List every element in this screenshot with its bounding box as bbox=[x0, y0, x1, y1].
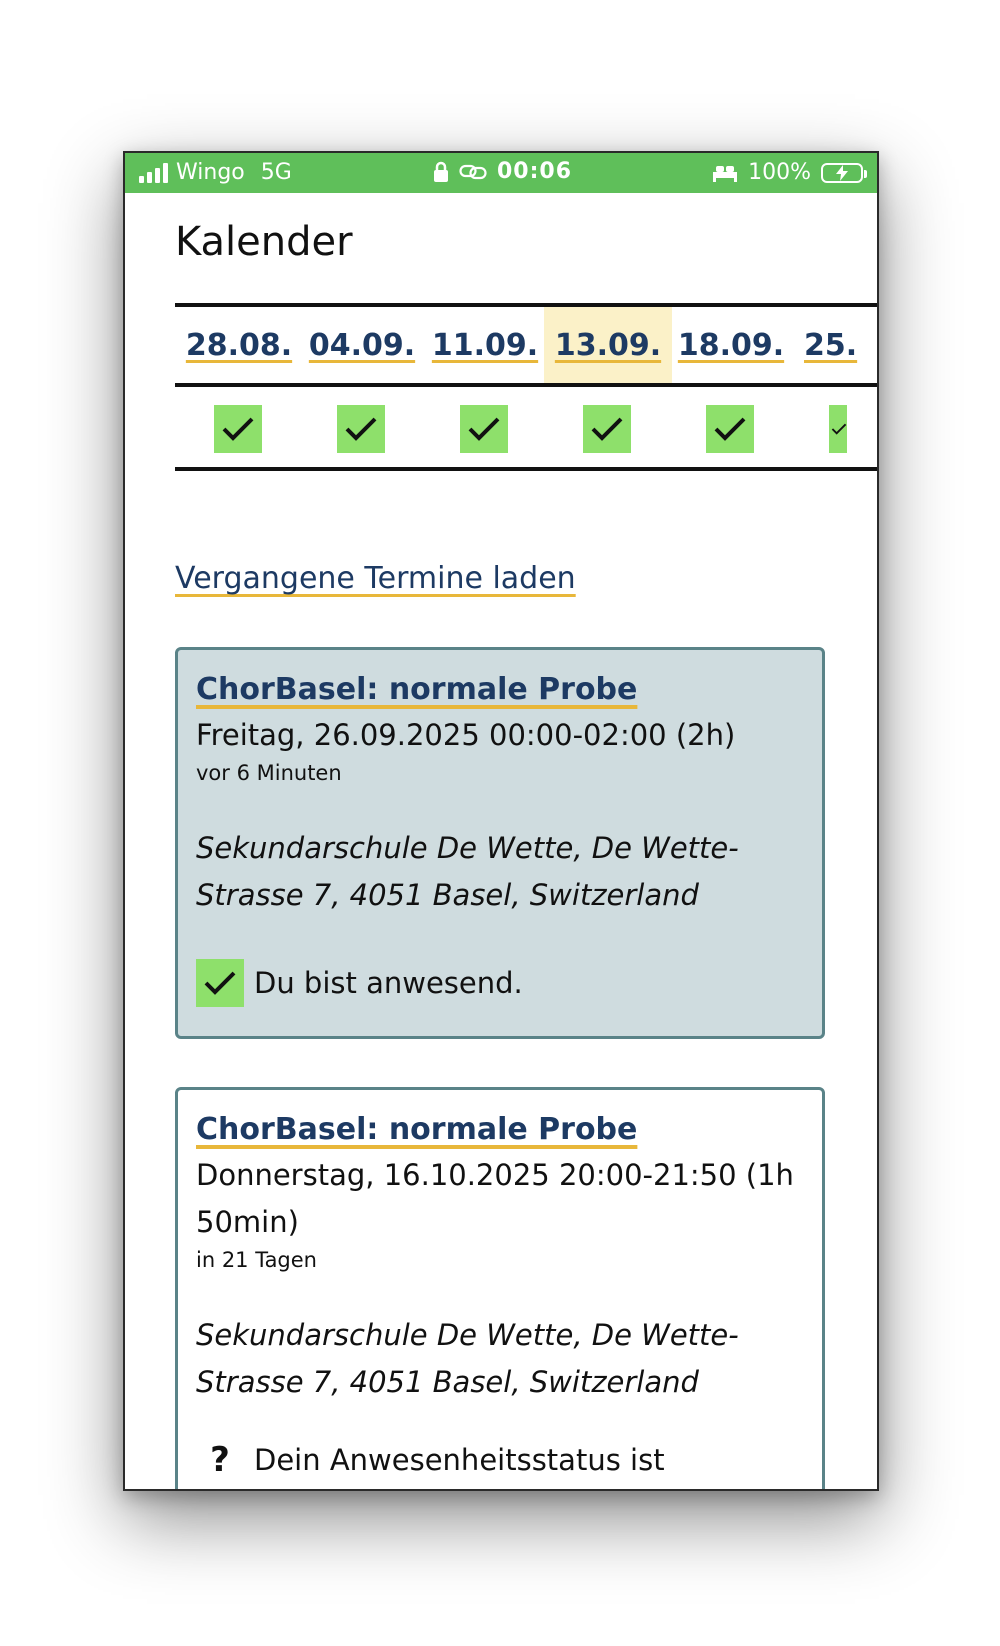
calendar-date-5[interactable]: 25. bbox=[790, 307, 877, 383]
signal-icon bbox=[139, 162, 168, 183]
event-relative-time: in 21 Tagen bbox=[196, 1248, 317, 1272]
network-type: 5G bbox=[260, 160, 292, 185]
battery-percent: 100% bbox=[748, 160, 811, 185]
calendar-date-3-selected[interactable]: 13.09. bbox=[544, 307, 672, 383]
check-icon bbox=[337, 405, 385, 453]
page-title: Kalender bbox=[175, 219, 353, 265]
clock: 00:06 bbox=[497, 159, 573, 184]
check-icon bbox=[706, 405, 754, 453]
calendar-date-label[interactable]: 18.09. bbox=[678, 328, 784, 363]
event-title-link[interactable]: ChorBasel: normale Probe bbox=[196, 672, 637, 708]
status-center: 00:06 bbox=[433, 159, 572, 184]
load-past-events-link[interactable]: Vergangene Termine laden bbox=[175, 561, 576, 596]
calendar-date-1[interactable]: 04.09. bbox=[298, 307, 426, 383]
calendar-strip[interactable]: 28.08. 04.09. 11.09. 13.09. 18.09. 25. bbox=[175, 303, 877, 471]
check-icon bbox=[829, 405, 847, 453]
calendar-date-label[interactable]: 04.09. bbox=[309, 328, 415, 363]
status-bar: Wingo 5G 00:06 100% bbox=[125, 153, 877, 193]
calendar-date-label[interactable]: 11.09. bbox=[432, 328, 538, 363]
calendar-date-label[interactable]: 28.08. bbox=[186, 328, 292, 363]
carrier-name: Wingo bbox=[176, 160, 245, 185]
calendar-date-2[interactable]: 11.09. bbox=[421, 307, 549, 383]
phone-screen: Wingo 5G 00:06 100% Kalender 28.08. 04.0… bbox=[123, 151, 879, 1491]
attendance-status[interactable]: Du bist anwesend. bbox=[196, 959, 804, 1007]
attendance-status-text: Dein Anwesenheitsstatus ist bbox=[254, 1443, 665, 1477]
event-datetime: Donnerstag, 16.10.2025 20:00-21:50 (1h 5… bbox=[196, 1158, 794, 1239]
calendar-date-0[interactable]: 28.08. bbox=[175, 307, 303, 383]
check-icon[interactable] bbox=[196, 959, 244, 1007]
event-relative-time: vor 6 Minuten bbox=[196, 761, 342, 785]
check-icon bbox=[460, 405, 508, 453]
event-location: Sekundarschule De Wette, De Wette-Strass… bbox=[196, 1318, 739, 1399]
check-icon bbox=[583, 405, 631, 453]
calendar-date-4[interactable]: 18.09. bbox=[667, 307, 795, 383]
status-left: Wingo 5G bbox=[139, 160, 292, 185]
check-icon bbox=[214, 405, 262, 453]
status-right: 100% bbox=[712, 160, 867, 185]
link-icon bbox=[459, 164, 487, 179]
event-datetime: Freitag, 26.09.2025 00:00-02:00 (2h) bbox=[196, 718, 736, 752]
event-card-past[interactable]: ChorBasel: normale Probe Freitag, 26.09.… bbox=[175, 647, 825, 1039]
attendance-status[interactable]: ? Dein Anwesenheitsstatus ist bbox=[196, 1436, 804, 1484]
event-location: Sekundarschule De Wette, De Wette-Strass… bbox=[196, 831, 739, 912]
event-title-link[interactable]: ChorBasel: normale Probe bbox=[196, 1112, 637, 1148]
calendar-date-label[interactable]: 13.09. bbox=[555, 328, 661, 363]
bed-icon bbox=[713, 165, 738, 182]
attendance-status-text: Du bist anwesend. bbox=[254, 966, 523, 1000]
event-card-upcoming[interactable]: ChorBasel: normale Probe Donnerstag, 16.… bbox=[175, 1087, 825, 1489]
calendar-date-label[interactable]: 25. bbox=[804, 328, 857, 363]
calendar-divider bbox=[175, 383, 877, 387]
question-icon[interactable]: ? bbox=[196, 1436, 244, 1484]
battery-charging-icon bbox=[821, 162, 867, 183]
lock-icon bbox=[434, 161, 448, 182]
